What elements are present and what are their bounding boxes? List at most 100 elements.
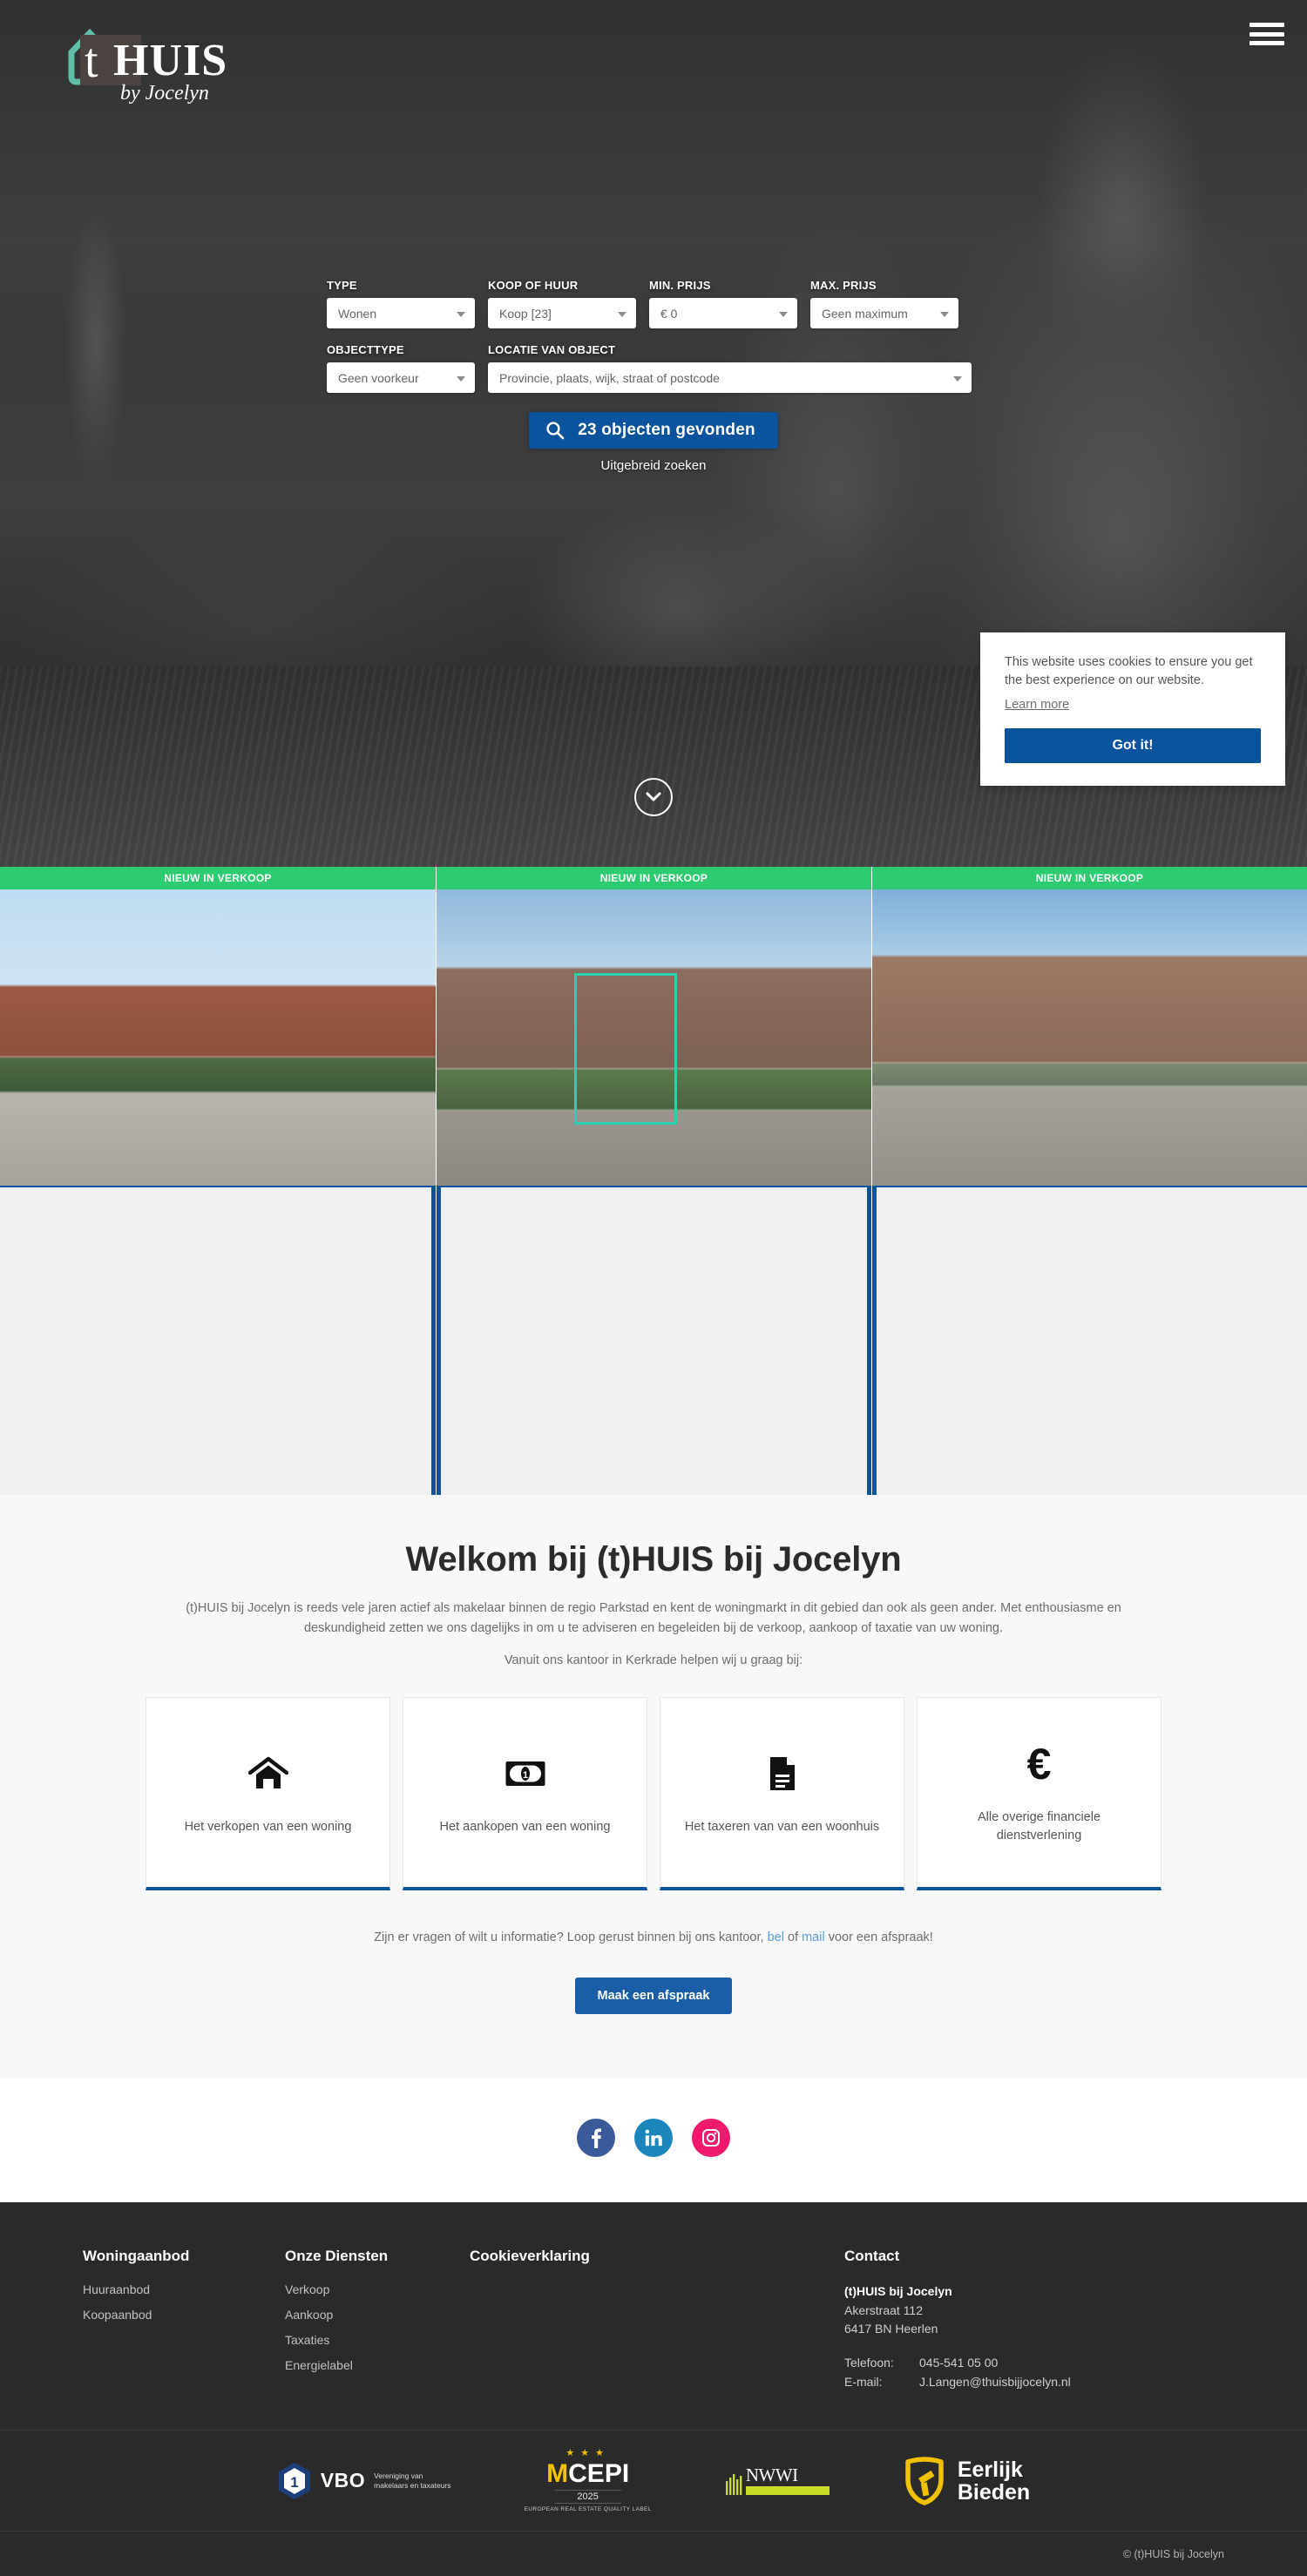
service-card-taxeren[interactable]: Het taxeren van van een woonhuis <box>660 1696 904 1890</box>
svg-text:1: 1 <box>290 2474 298 2491</box>
footer-link-huuraanbod[interactable]: Huuraanbod <box>83 2282 150 2296</box>
footer-column-title[interactable]: Cookieverklaring <box>470 2248 844 2265</box>
vbo-hexagon-icon: 1 <box>278 2462 310 2499</box>
chevron-down-icon <box>646 792 661 801</box>
cepi-logo[interactable]: ★★★ MCEPI 2025 EUROPEAN REAL ESTATE QUAL… <box>524 2449 652 2513</box>
listing-body <box>872 1186 1307 1495</box>
footer-column-cookieverklaring: Cookieverklaring <box>470 2248 844 2391</box>
listing-body <box>0 1186 436 1495</box>
cepi-year: 2025 <box>554 2490 621 2505</box>
label-type: TYPE <box>327 279 357 292</box>
vbo-logo[interactable]: 1 VBO Vereniging van makelaars en taxate… <box>277 2462 451 2500</box>
list-item: Koopaanbod <box>83 2308 285 2323</box>
select-min-prijs[interactable]: € 0 <box>649 298 797 328</box>
search-submit-label: 23 objecten gevonden <box>578 421 755 439</box>
locatie-input[interactable]: Provincie, plaats, wijk, straat of postc… <box>488 362 972 393</box>
listing-card[interactable]: NIEUW IN VERKOOP <box>436 867 871 1495</box>
new-listings-section: NIEUW IN VERKOOP NIEUW IN VERKOOP NIEUW … <box>0 867 1307 1495</box>
listing-badge: NIEUW IN VERKOOP <box>437 867 871 889</box>
label-max-prijs: MAX. PRIJS <box>810 279 877 292</box>
contact-address-block: (t)HUIS bij Jocelyn Akerstraat 112 6417 … <box>844 2282 1210 2391</box>
label-objecttype: OBJECTTYPE <box>327 343 404 356</box>
listing-photo[interactable] <box>437 889 871 1186</box>
select-objecttype[interactable]: Geen voorkeur <box>327 362 475 393</box>
listing-photo[interactable] <box>0 889 436 1186</box>
search-actions: 23 objecten gevonden Uitgebreid zoeken <box>327 412 980 473</box>
contact-details: Telefoon: 045-541 05 00 E-mail: J.Langen… <box>844 2354 1210 2391</box>
select-min-prijs-value: € 0 <box>660 306 678 321</box>
chevron-down-icon <box>779 311 788 317</box>
search-submit-button[interactable]: 23 objecten gevonden <box>529 412 778 449</box>
site-footer: Woningaanbod Huuraanbod Koopaanbod Onze … <box>0 2201 1307 2576</box>
service-card-verkopen[interactable]: Het verkopen van een woning <box>146 1696 390 1890</box>
service-card-aankopen[interactable]: 1 Het aankopen van een woning <box>403 1696 647 1890</box>
cepi-prefix: M <box>546 2459 569 2489</box>
cookie-consent-banner: This website uses cookies to ensure you … <box>980 632 1285 786</box>
vbo-subline-2: makelaars en taxateurs <box>374 2480 451 2490</box>
contact-email-value[interactable]: J.Langen@thuisbijjocelyn.nl <box>919 2373 1071 2392</box>
vbo-subline-1: Vereniging van <box>374 2471 423 2480</box>
hamburger-menu-icon[interactable] <box>1248 19 1286 49</box>
footer-column-title: Contact <box>844 2247 900 2264</box>
select-max-prijs[interactable]: Geen maximum <box>810 298 958 328</box>
list-item: Aankoop <box>285 2308 470 2323</box>
welcome-subline: Vanuit ons kantoor in Kerkrade helpen wi… <box>504 1653 803 1667</box>
eerlijk-bieden-logo[interactable]: Eerlijk Bieden <box>903 2457 1030 2505</box>
chevron-down-icon <box>953 375 962 382</box>
welcome-intro-text: (t)HUIS bij Jocelyn is reeds vele jaren … <box>186 1601 1121 1636</box>
svg-text:1: 1 <box>522 1770 527 1781</box>
listing-card[interactable]: NIEUW IN VERKOOP <box>0 867 436 1495</box>
service-card-label: Alle overige financiele dienstverlening <box>977 1809 1101 1843</box>
facebook-icon[interactable] <box>577 2118 615 2157</box>
footer-column-woningaanbod: Woningaanbod Huuraanbod Koopaanbod <box>83 2248 285 2391</box>
euro-icon: € <box>1026 1739 1052 1788</box>
site-logo[interactable]: t HUIS by Jocelyn <box>61 12 248 108</box>
bel-link[interactable]: bel <box>768 1930 784 1944</box>
advanced-search-link[interactable]: Uitgebreid zoeken <box>601 458 707 473</box>
search-row-1: TYPE Wonen KOOP OF HUUR Koop [23] MIN. P… <box>327 279 980 328</box>
label-locatie: LOCATIE VAN OBJECT <box>488 343 616 356</box>
service-card-label: Het aankopen van een woning <box>439 1819 611 1834</box>
listing-photo[interactable] <box>872 889 1307 1186</box>
contact-company: (t)HUIS bij Jocelyn <box>844 2283 952 2298</box>
hero-search-area: TYPE Wonen KOOP OF HUUR Koop [23] MIN. P… <box>0 279 1307 473</box>
service-card-financieel[interactable]: € Alle overige financiele dienstverlenin… <box>917 1696 1161 1890</box>
scroll-down-button[interactable] <box>634 778 673 816</box>
chevron-down-icon <box>457 375 465 382</box>
page-title: Welkom bij (t)HUIS bij Jocelyn <box>405 1540 902 1579</box>
select-type[interactable]: Wonen <box>327 298 475 328</box>
footer-link-taxaties[interactable]: Taxaties <box>285 2333 329 2347</box>
questions-line: Zijn er vragen of wilt u informatie? Loo… <box>0 1930 1307 1944</box>
footer-column-diensten: Onze Diensten Verkoop Aankoop Taxaties E… <box>285 2248 470 2391</box>
contact-email-row: E-mail: J.Langen@thuisbijjocelyn.nl <box>844 2373 1210 2392</box>
cookie-accept-button[interactable]: Got it! <box>1005 728 1261 763</box>
cepi-subtitle: EUROPEAN REAL ESTATE QUALITY LABEL <box>524 2506 652 2513</box>
footer-link-energielabel[interactable]: Energielabel <box>285 2358 353 2372</box>
list-item: Verkoop <box>285 2282 470 2298</box>
list-item: Huuraanbod <box>83 2282 285 2298</box>
appointment-area: Maak een afspraak <box>0 1977 1307 2014</box>
footer-link-koopaanbod[interactable]: Koopaanbod <box>83 2308 152 2322</box>
listing-card[interactable]: NIEUW IN VERKOOP <box>871 867 1307 1495</box>
locatie-placeholder: Provincie, plaats, wijk, straat of postc… <box>499 370 720 385</box>
cookie-learn-more-link[interactable]: Learn more <box>1005 698 1069 712</box>
select-koop-of-huur[interactable]: Koop [23] <box>488 298 636 328</box>
mail-link[interactable]: mail <box>802 1930 825 1944</box>
contact-phone-value[interactable]: 045-541 05 00 <box>919 2354 998 2373</box>
banknote-icon: 1 <box>505 1748 546 1799</box>
linkedin-icon[interactable] <box>634 2118 673 2157</box>
make-appointment-button[interactable]: Maak een afspraak <box>574 1977 733 2014</box>
list-item: Energielabel <box>285 2358 470 2374</box>
instagram-icon[interactable] <box>692 2118 730 2157</box>
social-links-section <box>0 2078 1307 2202</box>
logo-svg: t HUIS by Jocelyn <box>68 28 227 105</box>
svg-text:HUIS: HUIS <box>113 36 227 85</box>
footer-link-aankoop[interactable]: Aankoop <box>285 2308 333 2322</box>
listing-badge: NIEUW IN VERKOOP <box>872 867 1307 889</box>
nwwi-logo[interactable]: NWWI <box>725 2465 830 2495</box>
footer-link-verkoop[interactable]: Verkoop <box>285 2282 329 2296</box>
vbo-wordmark: VBO <box>320 2469 366 2492</box>
select-type-value: Wonen <box>338 306 377 321</box>
page-root: t HUIS by Jocelyn TYPE Wonen KOOP OF HUU… <box>0 0 1307 2576</box>
eerlijk-bieden-line2: Bieden <box>957 2479 1031 2505</box>
